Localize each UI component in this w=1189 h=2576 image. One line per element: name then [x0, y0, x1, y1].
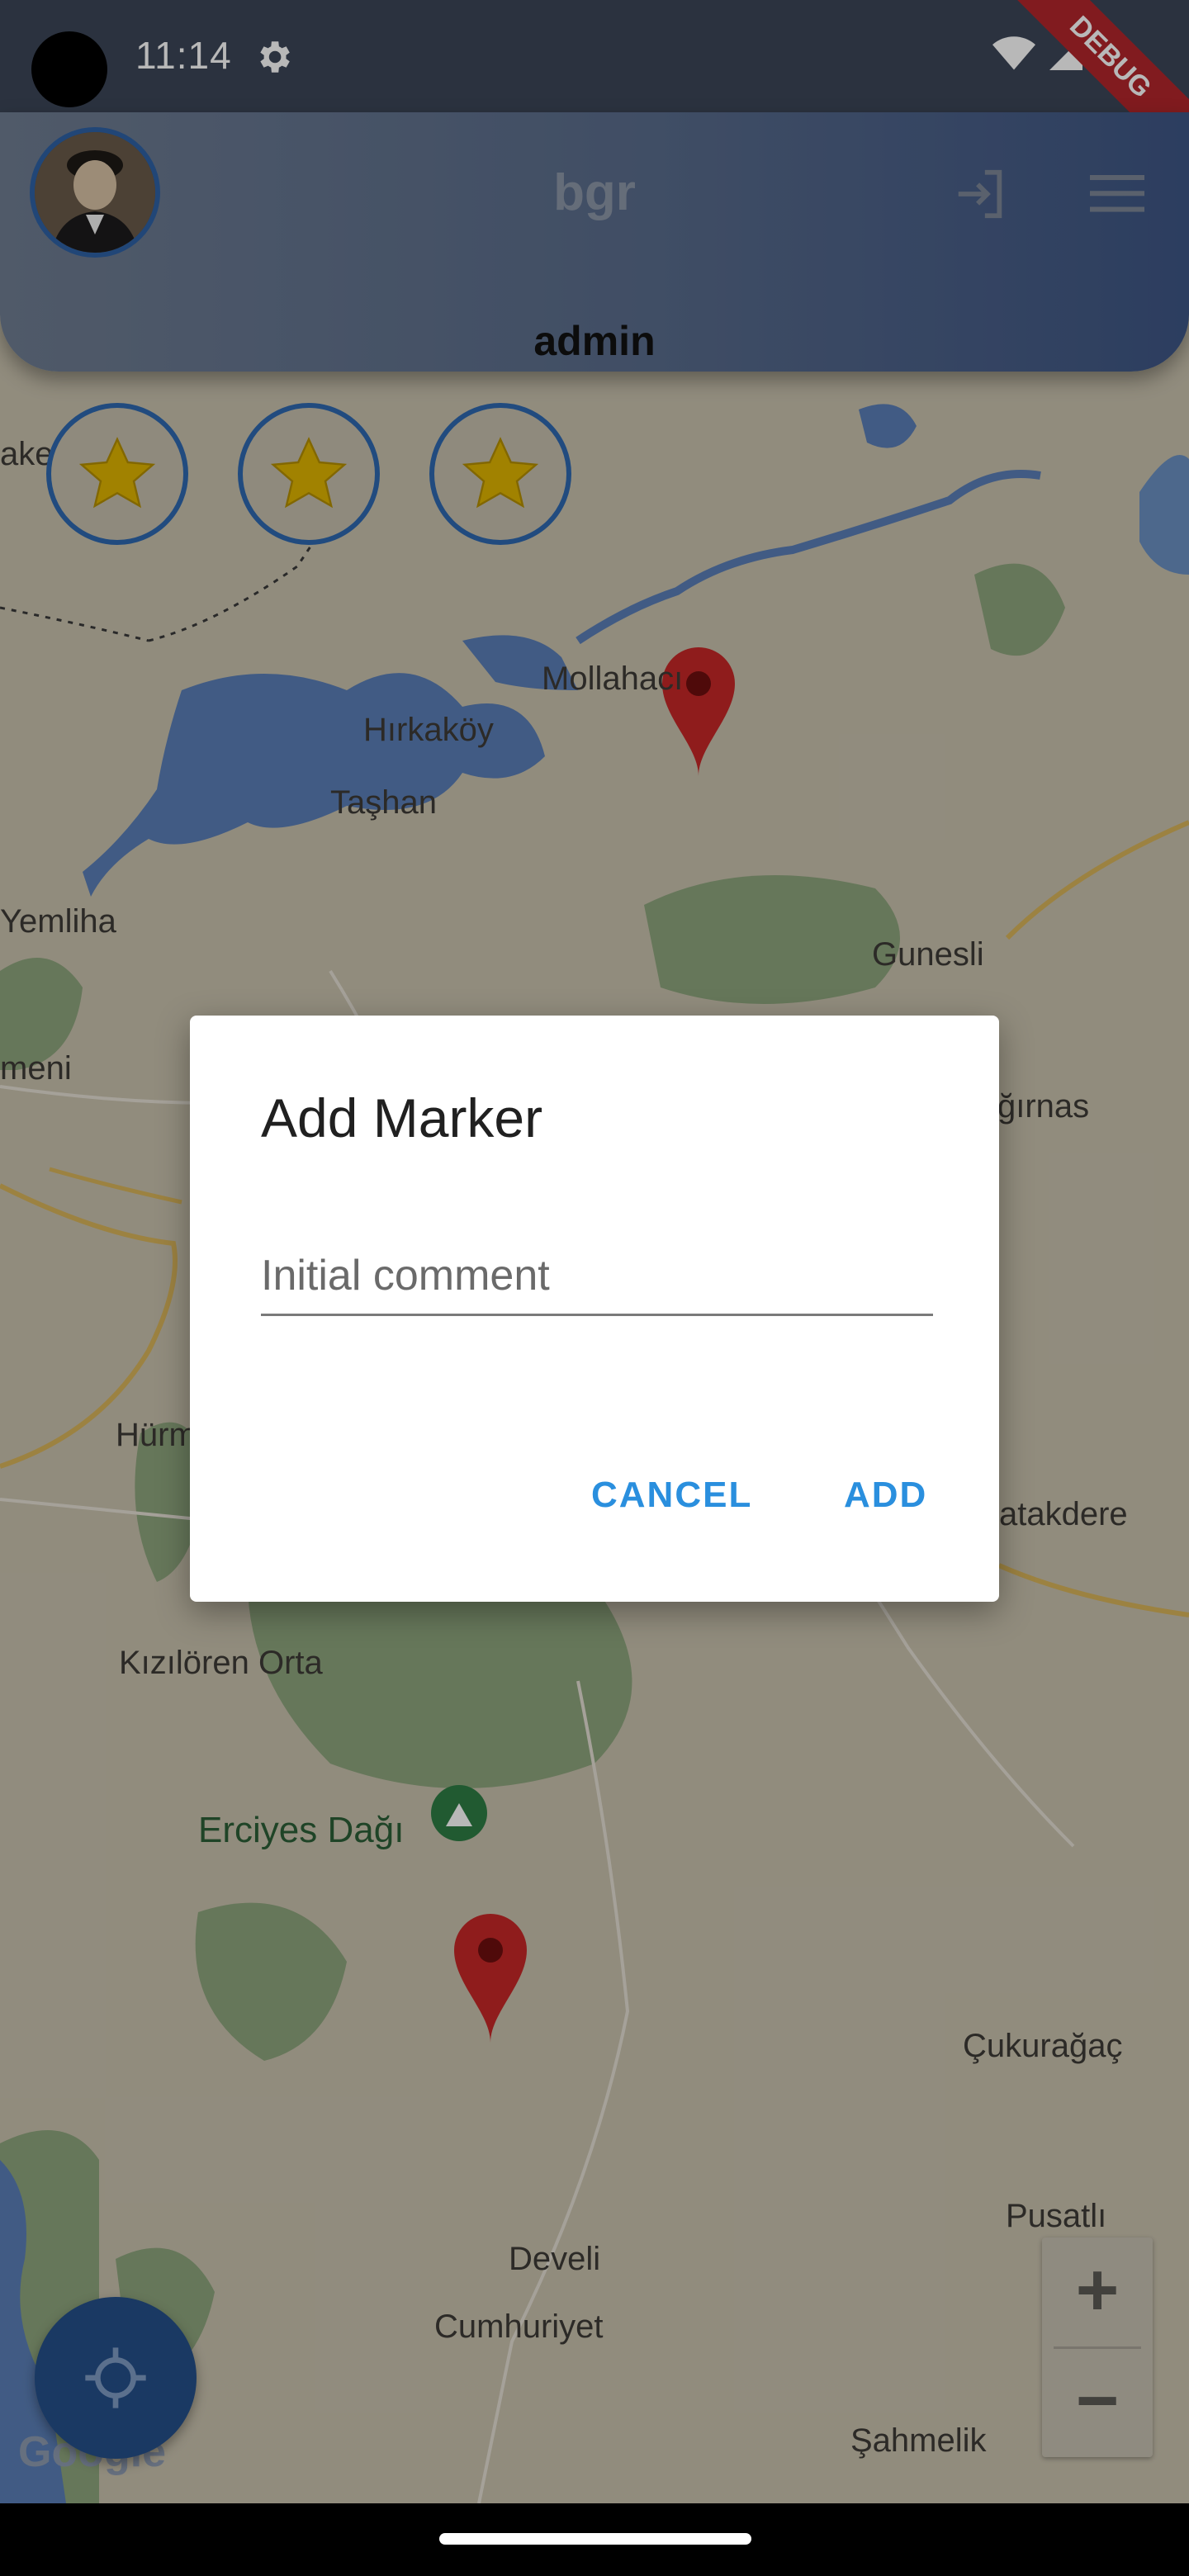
add-marker-dialog: Add Marker CANCEL ADD	[190, 1016, 999, 1602]
add-button[interactable]: ADD	[844, 1475, 927, 1516]
home-gesture-handle[interactable]	[439, 2533, 751, 2545]
comment-input[interactable]	[261, 1237, 933, 1316]
dialog-title: Add Marker	[261, 1087, 543, 1148]
navigation-bar	[0, 2503, 1189, 2576]
cancel-button[interactable]: CANCEL	[591, 1475, 752, 1516]
